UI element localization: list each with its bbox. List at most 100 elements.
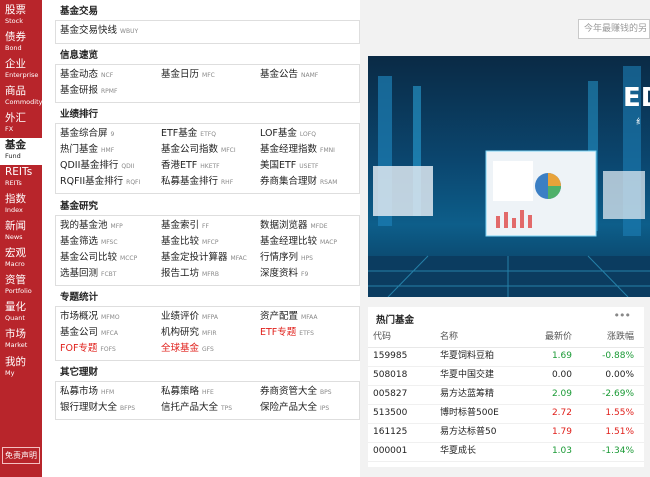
link-code: HKETF xyxy=(200,163,220,170)
nav-item-reits[interactable]: REITs REITs xyxy=(0,165,42,192)
fund-name: 华夏中国交建 xyxy=(440,370,495,380)
banner-subtitle: 纟 xyxy=(636,117,644,126)
nav-item-market[interactable]: 市场 Market xyxy=(0,327,42,354)
nav-item-label: 新闻 xyxy=(5,220,26,232)
nav-item-sublabel: News xyxy=(5,233,23,241)
link-label: 选基回测 xyxy=(60,268,99,279)
link-code: MFC xyxy=(202,72,215,79)
link-code: MCCP xyxy=(120,255,138,262)
fund-link-hketf[interactable]: 香港ETF HKETF xyxy=(161,160,220,173)
table-row[interactable]: 161125 易方达标普50 1.79 1.51% xyxy=(368,423,644,443)
fund-link-namf[interactable]: 基金公告 NAMF xyxy=(260,69,318,82)
fund-link-rhf[interactable]: 私募基金排行 RHF xyxy=(161,176,233,189)
fund-link-usetf[interactable]: 美国ETF USETF xyxy=(260,160,318,173)
nav-item-news[interactable]: 新闻 News xyxy=(0,219,42,246)
fund-link-hfm[interactable]: 私募市场 HFM xyxy=(60,386,114,399)
nav-item-sublabel: Market xyxy=(5,341,28,349)
fund-link-gfs[interactable]: 全球基金 GFS xyxy=(161,343,214,356)
fund-link-f9[interactable]: 深度资料 F9 xyxy=(260,268,308,281)
fund-link-rqfi[interactable]: RQFII基金排行 RQFI xyxy=(60,176,140,189)
hot-funds-panel: 热门基金 ••• 代码 名称 最新价 涨跌幅 159985 华夏饲料豆粕 1.69 -… xyxy=(368,307,644,467)
fund-link-mfcp[interactable]: 基金比较 MFCP xyxy=(161,236,218,249)
link-label: 深度资料 xyxy=(260,268,299,279)
fund-link-mfir[interactable]: 机构研究 MFIR xyxy=(161,327,217,340)
link-code: ETFS xyxy=(299,330,314,337)
fund-link-ncf[interactable]: 基金动态 NCF xyxy=(60,69,113,82)
fund-link-mfca[interactable]: 基金公司 MFCA xyxy=(60,327,118,340)
fund-link-hmf[interactable]: 热门基金 HMF xyxy=(60,144,114,157)
nav-item-my[interactable]: 我的 My xyxy=(0,355,42,382)
fund-price: 0.00 xyxy=(551,370,572,380)
link-code: QDII xyxy=(121,163,135,170)
table-row[interactable]: 513500 博时标普500E 2.72 1.55% xyxy=(368,404,644,424)
fund-link-macp[interactable]: 基金经理比较 MACP xyxy=(260,236,337,249)
link-label: FOF专题 xyxy=(60,343,98,354)
fund-link-mfrb[interactable]: 报告工坊 MFRB xyxy=(161,268,219,281)
fund-change: -2.69% xyxy=(602,389,634,399)
search-input[interactable]: 今年最赚钱的另 xyxy=(578,19,650,39)
nav-item-fx[interactable]: 外汇 FX xyxy=(0,111,42,138)
fund-link-mfde[interactable]: 数据浏览器 MFDE xyxy=(260,220,328,233)
link-label: 业绩评价 xyxy=(161,311,200,322)
nav-item-bond[interactable]: 债券 Bond xyxy=(0,30,42,57)
fund-change: 1.55% xyxy=(605,408,634,418)
fund-link-rsam[interactable]: 券商集合理财 RSAM xyxy=(260,176,337,189)
fund-link-bfps[interactable]: 银行理财大全 BFPS xyxy=(60,402,135,415)
nav-item-quant[interactable]: 量化 Quant xyxy=(0,300,42,327)
nav-item-label: 指数 xyxy=(5,193,26,205)
fund-link-hps[interactable]: 行情序列 HPS xyxy=(260,252,313,265)
table-row[interactable]: 508018 华夏中国交建 0.00 0.00% xyxy=(368,366,644,386)
section-title: 专题统计 xyxy=(60,292,99,303)
fund-link-mfpa[interactable]: 业绩评价 MFPA xyxy=(161,311,218,324)
fund-link-ff[interactable]: 基金索引 FF xyxy=(161,220,209,233)
fund-link-etfq[interactable]: ETF基金 ETFQ xyxy=(161,128,216,141)
fund-code: 005827 xyxy=(373,389,408,399)
promo-banner[interactable]: ED 纟 xyxy=(368,56,650,297)
fund-link-mfaa[interactable]: 资产配置 MFAA xyxy=(260,311,317,324)
link-code: MFRB xyxy=(202,271,219,278)
nav-item-macro[interactable]: 宏观 Macro xyxy=(0,246,42,273)
nav-item-enterprise[interactable]: 企业 Enterprise xyxy=(0,57,42,84)
nav-item-label: 资管 xyxy=(5,274,26,286)
fund-link-wbuy[interactable]: 基金交易快线 WBUY xyxy=(60,25,138,38)
nav-item-fund[interactable]: 基金 Fund xyxy=(0,138,42,165)
fund-link-mccp[interactable]: 基金公司比较 MCCP xyxy=(60,252,137,265)
fund-link-hfe[interactable]: 私募策略 HFE xyxy=(161,386,214,399)
fund-link-mfsc[interactable]: 基金筛选 MFSC xyxy=(60,236,118,249)
fund-link-qdii[interactable]: QDII基金排行 QDII xyxy=(60,160,134,173)
nav-item-label: 量化 xyxy=(5,301,26,313)
link-code: ETFQ xyxy=(200,131,216,138)
nav-item-index[interactable]: 指数 Index xyxy=(0,192,42,219)
fund-link-mfc[interactable]: 基金日历 MFC xyxy=(161,69,215,82)
nav-item-sublabel: My xyxy=(5,369,15,377)
nav-item-portfolio[interactable]: 资管 Portfolio xyxy=(0,273,42,300)
fund-link-ips[interactable]: 保险产品大全 IPS xyxy=(260,402,329,415)
table-row[interactable]: 159985 华夏饲料豆粕 1.69 -0.88% xyxy=(368,347,644,367)
fund-link-fmni[interactable]: 基金经理指数 FMNI xyxy=(260,144,335,157)
fund-link-bps[interactable]: 券商资管大全 BPS xyxy=(260,386,332,399)
side-nav: 股票 Stock 债券 Bond 企业 Enterprise 商品 Commodity 外汇 FX… xyxy=(0,0,42,477)
fund-link-mfmo[interactable]: 市场概况 MFMO xyxy=(60,311,120,324)
fund-link-fofs[interactable]: FOF专题 FOFS xyxy=(60,343,116,356)
link-label: 基金交易快线 xyxy=(60,25,118,36)
table-row[interactable]: 005827 易方达蓝筹精 2.09 -2.69% xyxy=(368,385,644,405)
disclaimer-button[interactable]: 免责声明 xyxy=(2,447,40,464)
fund-link-lofq[interactable]: LOF基金 LOFQ xyxy=(260,128,316,141)
fund-link-mfac[interactable]: 基金定投计算器 MFAC xyxy=(161,252,247,265)
fund-link-tps[interactable]: 信托产品大全 TPS xyxy=(161,402,232,415)
header-price: 最新价 xyxy=(544,332,572,342)
table-row[interactable]: 000001 华夏成长 1.03 -1.34% xyxy=(368,442,644,462)
fund-link-rpmf[interactable]: 基金研报 RPMF xyxy=(60,85,117,98)
nav-item-stock[interactable]: 股票 Stock xyxy=(0,3,42,30)
fund-link-mfci[interactable]: 基金公司指数 MFCI xyxy=(161,144,236,157)
link-code: USETF xyxy=(299,163,319,170)
more-icon[interactable]: ••• xyxy=(614,309,631,322)
link-label: 香港ETF xyxy=(161,160,198,171)
fund-link-mfp[interactable]: 我的基金池 MFP xyxy=(60,220,123,233)
fund-link-etfs[interactable]: ETF专题 ETFS xyxy=(260,327,314,340)
link-label: 基金公司 xyxy=(60,327,99,338)
nav-item-commodity[interactable]: 商品 Commodity xyxy=(0,84,42,111)
link-label: RQFII基金排行 xyxy=(60,176,124,187)
fund-link-9[interactable]: 基金综合屏 9 xyxy=(60,128,114,141)
fund-link-fcbt[interactable]: 选基回测 FCBT xyxy=(60,268,116,281)
